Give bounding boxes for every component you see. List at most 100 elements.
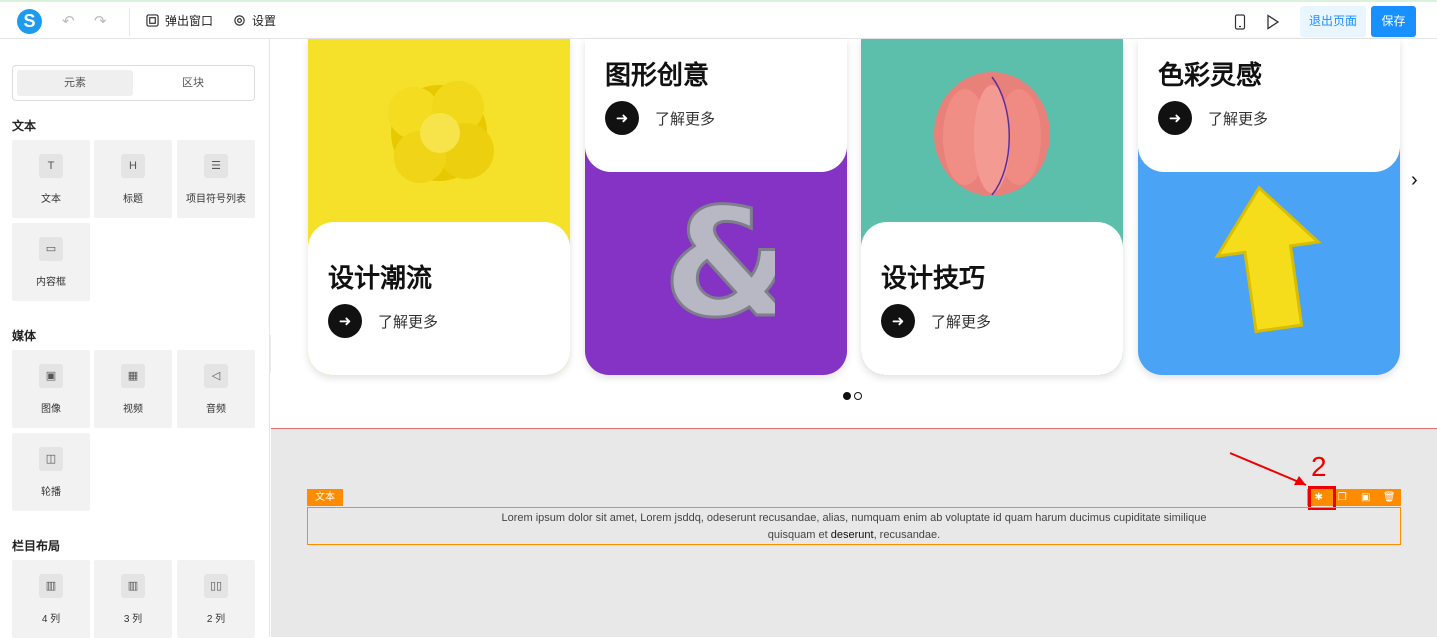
element-heading[interactable]: H 标题 [94, 140, 172, 218]
popup-window-label: 弹出窗口 [165, 14, 214, 28]
trash-icon[interactable]: 🗑 [1380, 492, 1398, 503]
card-title: 色彩灵感 [1158, 60, 1263, 90]
element-2-columns[interactable]: ▯▯ 2 列 [177, 560, 255, 638]
svg-text:&: & [663, 185, 775, 335]
element-label: 4 列 [41, 614, 61, 625]
carousel-icon: ◫ [39, 447, 63, 471]
undo-icon[interactable]: ↶ [62, 12, 75, 30]
element-label: 3 列 [123, 614, 143, 625]
card-design-tips[interactable]: 设计技巧 ➜ 了解更多 [861, 39, 1123, 375]
annotation-arrow [1229, 452, 1307, 486]
annotation-number: 2 [1311, 451, 1327, 482]
element-bullet-list[interactable]: ☰ 项目符号列表 [177, 140, 255, 218]
element-audio[interactable]: ◁ 音频 [177, 350, 255, 428]
top-toolbar: S ↶ ↷ 弹出窗口 设置 退出页面 保存 [0, 0, 1437, 39]
ampersand-image: & [662, 185, 776, 335]
learn-more-label: 了解更多 [378, 313, 439, 331]
yellow-knot-image [388, 81, 494, 183]
element-label: 标题 [123, 194, 143, 205]
settings-button[interactable]: 设置 [233, 12, 276, 29]
text-fragment: , recusandae. [873, 529, 941, 541]
element-sidebar: 元素 区块 文本 T 文本 H 标题 ☰ 项目符号列表 ▭ 内容框 媒体 ▣ 图… [0, 39, 270, 638]
card-graphic-ideas[interactable]: 图形创意 ➜ 了解更多 & [585, 39, 847, 375]
card-title: 设计技巧 [881, 263, 986, 293]
card-design-trends[interactable]: 设计潮流 ➜ 了解更多 [308, 39, 570, 375]
popup-icon [146, 14, 159, 27]
editor-canvas: 设计潮流 ➜ 了解更多 图形创意 ➜ 了解更多 & 设 [271, 39, 1437, 637]
learn-more-label: 了解更多 [1208, 110, 1269, 128]
tab-elements[interactable]: 元素 [17, 70, 133, 96]
element-label: 项目符号列表 [186, 194, 246, 205]
arrow-right-icon: ➜ [881, 304, 915, 338]
arrow-right-icon: ➜ [605, 101, 639, 135]
gear-icon [234, 15, 245, 26]
settings-label: 设置 [252, 14, 277, 28]
element-label: 文本 [41, 194, 61, 205]
mobile-preview-icon[interactable] [1234, 14, 1246, 30]
card-panel: 设计潮流 ➜ 了解更多 [308, 222, 570, 375]
text-line-2: quisquam et deserunt, recusandae. [308, 527, 1400, 544]
learn-more-link[interactable]: ➜ 了解更多 [881, 304, 991, 338]
content-box-icon: ▭ [39, 237, 63, 261]
element-label: 图像 [41, 404, 61, 415]
card-color-inspiration[interactable]: 色彩灵感 ➜ 了解更多 [1138, 39, 1400, 375]
text-section: 2 文本 ✱ ❐ ▣ 🗑 Lorem ipsum dolor sit amet,… [271, 428, 1437, 637]
tab-blocks[interactable]: 区块 [135, 70, 251, 96]
toolbar-divider [129, 8, 130, 36]
text-line-1: Lorem ipsum dolor sit amet, Lorem jsddq,… [501, 512, 1207, 524]
element-label: 视频 [123, 404, 143, 415]
audio-icon: ◁ [204, 364, 228, 388]
element-label: 2 列 [206, 614, 226, 625]
sidebar-tab-switch: 元素 区块 [12, 65, 255, 101]
learn-more-link[interactable]: ➜ 了解更多 [328, 304, 438, 338]
image-icon: ▣ [39, 364, 63, 388]
text-icon: T [39, 154, 63, 178]
learn-more-link[interactable]: ➜ 了解更多 [1158, 101, 1268, 135]
element-image[interactable]: ▣ 图像 [12, 350, 90, 428]
text-element-tag[interactable]: 文本 [307, 489, 343, 506]
card-panel: 色彩灵感 ➜ 了解更多 [1138, 39, 1400, 172]
card-panel: 设计技巧 ➜ 了解更多 [861, 222, 1123, 375]
app-logo[interactable]: S [17, 9, 42, 34]
card-title: 设计潮流 [328, 263, 433, 293]
list-icon: ☰ [204, 154, 228, 178]
learn-more-label: 了解更多 [655, 110, 716, 128]
element-label: 音频 [206, 404, 226, 415]
exit-page-button[interactable]: 退出页面 [1300, 6, 1366, 37]
carousel-dots [843, 392, 862, 400]
save-icon[interactable]: ▣ [1357, 492, 1375, 503]
learn-more-link[interactable]: ➜ 了解更多 [605, 101, 715, 135]
section-title-columns: 栏目布局 [12, 539, 61, 553]
video-icon: ▦ [121, 364, 145, 388]
element-label: 轮播 [41, 487, 61, 498]
carousel-dot[interactable] [854, 392, 862, 400]
carousel-dot-active[interactable] [843, 392, 851, 400]
element-content-box[interactable]: ▭ 内容框 [12, 223, 90, 301]
text-fragment: quisquam et [767, 529, 831, 541]
play-icon[interactable] [1266, 14, 1280, 30]
columns-4-icon: ▥ [39, 574, 63, 598]
section-title-media: 媒体 [12, 329, 37, 343]
redo-icon[interactable]: ↷ [94, 12, 107, 30]
chevron-right-icon[interactable]: › [1411, 169, 1418, 192]
save-button[interactable]: 保存 [1371, 6, 1416, 37]
arrow-right-icon: ➜ [328, 304, 362, 338]
arrow-right-icon: ➜ [1158, 101, 1192, 135]
section-title-text: 文本 [12, 119, 37, 133]
pink-ball-image [934, 72, 1050, 196]
card-panel: 图形创意 ➜ 了解更多 [585, 39, 847, 172]
element-4-columns[interactable]: ▥ 4 列 [12, 560, 90, 638]
columns-2-icon: ▯▯ [204, 574, 228, 598]
heading-icon: H [121, 154, 145, 178]
element-video[interactable]: ▦ 视频 [94, 350, 172, 428]
element-3-columns[interactable]: ▥ 3 列 [94, 560, 172, 638]
element-label: 内容框 [36, 277, 66, 288]
text-element[interactable]: Lorem ipsum dolor sit amet, Lorem jsddq,… [307, 507, 1401, 545]
popup-window-button[interactable]: 弹出窗口 [146, 12, 213, 29]
element-carousel[interactable]: ◫ 轮播 [12, 433, 90, 511]
learn-more-label: 了解更多 [931, 313, 992, 331]
element-text[interactable]: T 文本 [12, 140, 90, 218]
card-title: 图形创意 [605, 60, 710, 90]
highlighted-word: deserunt [830, 529, 874, 541]
columns-3-icon: ▥ [121, 574, 145, 598]
